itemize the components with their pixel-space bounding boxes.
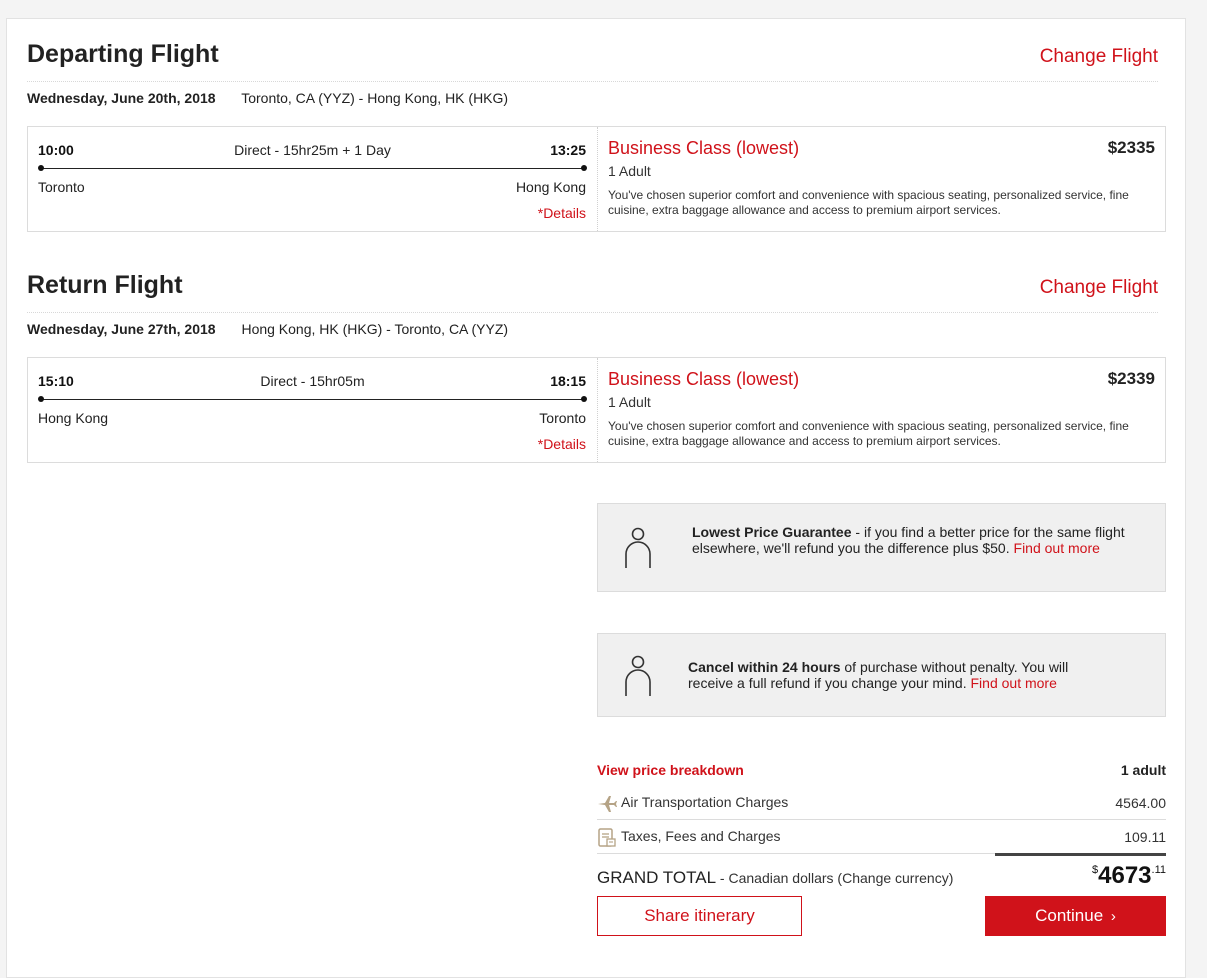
return-route: Hong Kong, HK (HKG) - Toronto, CA (YYZ) (241, 321, 509, 337)
return-duration: Direct - 15hr05m (260, 373, 365, 389)
breakdown-row-taxes: Taxes, Fees and Charges 109.11 (597, 820, 1166, 854)
change-departing-flight-link[interactable]: Change Flight (1040, 46, 1158, 68)
departing-fare-price: $2335 (1107, 138, 1155, 157)
continue-button[interactable]: Continue › (985, 896, 1166, 936)
breakdown-label: Air Transportation Charges (621, 794, 789, 810)
return-flight-card: 15:10 Direct - 15hr05m 18:15 Hong Kong T… (27, 357, 1166, 463)
change-currency-link[interactable]: Change currency (842, 870, 949, 886)
departing-flight-card: 10:00 Direct - 15hr25m + 1 Day 13:25 Tor… (27, 126, 1166, 232)
person-icon (625, 655, 651, 696)
departing-header: Departing Flight Change Flight (27, 40, 1158, 82)
return-fare-price: $2339 (1107, 369, 1155, 388)
breakdown-value: 4564.00 (1115, 795, 1166, 811)
return-title: Return Flight (27, 271, 183, 299)
departing-route-line (38, 165, 587, 171)
breakdown-row-air: Air Transportation Charges 4564.00 (597, 786, 1166, 820)
return-header: Return Flight Change Flight (27, 271, 1158, 313)
breakdown-label: Taxes, Fees and Charges (621, 828, 781, 844)
return-fare-class: Business Class (lowest) (608, 369, 800, 389)
cancel-find-out-more-link[interactable]: Find out more (971, 675, 1057, 691)
return-passengers: 1 Adult (608, 394, 651, 410)
departing-fare: Business Class (lowest) $2335 1 Adult Yo… (608, 127, 1155, 231)
cancel-policy-box: Cancel within 24 hours of purchase witho… (597, 633, 1166, 717)
cancel-title: Cancel within 24 hours (688, 659, 841, 675)
total-divider (995, 853, 1166, 856)
departing-duration: Direct - 15hr25m + 1 Day (234, 142, 391, 158)
receipt-icon (598, 828, 616, 847)
departing-date-row: Wednesday, June 20th, 2018 Toronto, CA (… (27, 90, 508, 106)
currency-prefix: - Canadian dollars ( (716, 870, 843, 886)
chevron-right-icon: › (1110, 908, 1116, 925)
share-itinerary-button[interactable]: Share itinerary (597, 896, 802, 936)
lowest-price-guarantee-box: Lowest Price Guarantee - if you find a b… (597, 503, 1166, 592)
return-details-link[interactable]: *Details (538, 436, 586, 452)
return-arr-city: Toronto (539, 410, 586, 426)
change-return-flight-link[interactable]: Change Flight (1040, 277, 1158, 299)
total-currency-symbol: $ (1092, 864, 1099, 876)
return-route-line (38, 396, 587, 402)
departing-route-timeline: 10:00 Direct - 15hr25m + 1 Day 13:25 Tor… (28, 127, 598, 231)
return-route-timeline: 15:10 Direct - 15hr05m 18:15 Hong Kong T… (28, 358, 598, 462)
breakdown-value: 109.11 (1124, 829, 1166, 845)
guarantee-find-out-more-link[interactable]: Find out more (1014, 540, 1100, 556)
return-dep-city: Hong Kong (38, 410, 109, 426)
total-amount-main: 4673 (1098, 862, 1152, 889)
return-fare: Business Class (lowest) $2339 1 Adult Yo… (608, 358, 1155, 462)
return-fare-description: You've chosen superior comfort and conve… (608, 419, 1129, 448)
cancel-text: Cancel within 24 hours of purchase witho… (688, 659, 1108, 691)
continue-label: Continue (1035, 906, 1104, 925)
departing-dep-city: Toronto (38, 179, 85, 195)
departing-arr-time: 13:25 (550, 142, 586, 158)
guarantee-text: Lowest Price Guarantee - if you find a b… (692, 524, 1132, 556)
total-amount-cents: .11 (1151, 864, 1166, 876)
return-date-row: Wednesday, June 27th, 2018 Hong Kong, HK… (27, 321, 508, 337)
grand-total-label: GRAND TOTAL - Canadian dollars (Change c… (597, 868, 953, 888)
view-price-breakdown-link[interactable]: View price breakdown (597, 762, 744, 778)
departing-fare-description: You've chosen superior comfort and conve… (608, 188, 1129, 217)
breakdown-header: View price breakdown 1 adult (597, 762, 1166, 782)
breakdown-column-header: 1 adult (1120, 762, 1166, 778)
airplane-icon (598, 796, 617, 812)
person-icon (625, 527, 651, 568)
currency-suffix: ) (948, 870, 954, 886)
return-date: Wednesday, June 27th, 2018 (27, 321, 216, 337)
departing-fare-class: Business Class (lowest) (608, 138, 800, 158)
departing-details-link[interactable]: *Details (538, 205, 586, 221)
departing-arr-city: Hong Kong (515, 179, 586, 195)
grand-total-title: GRAND TOTAL (597, 868, 717, 887)
departing-route: Toronto, CA (YYZ) - Hong Kong, HK (HKG) (241, 90, 509, 106)
grand-total-amount: $4673.11 (1092, 862, 1166, 890)
departing-passengers: 1 Adult (608, 163, 651, 179)
departing-title: Departing Flight (27, 40, 219, 68)
booking-summary-panel: Departing Flight Change Flight Wednesday… (6, 18, 1186, 978)
return-arr-time: 18:15 (550, 373, 586, 389)
departing-date: Wednesday, June 20th, 2018 (27, 90, 216, 106)
guarantee-title: Lowest Price Guarantee (692, 524, 852, 540)
